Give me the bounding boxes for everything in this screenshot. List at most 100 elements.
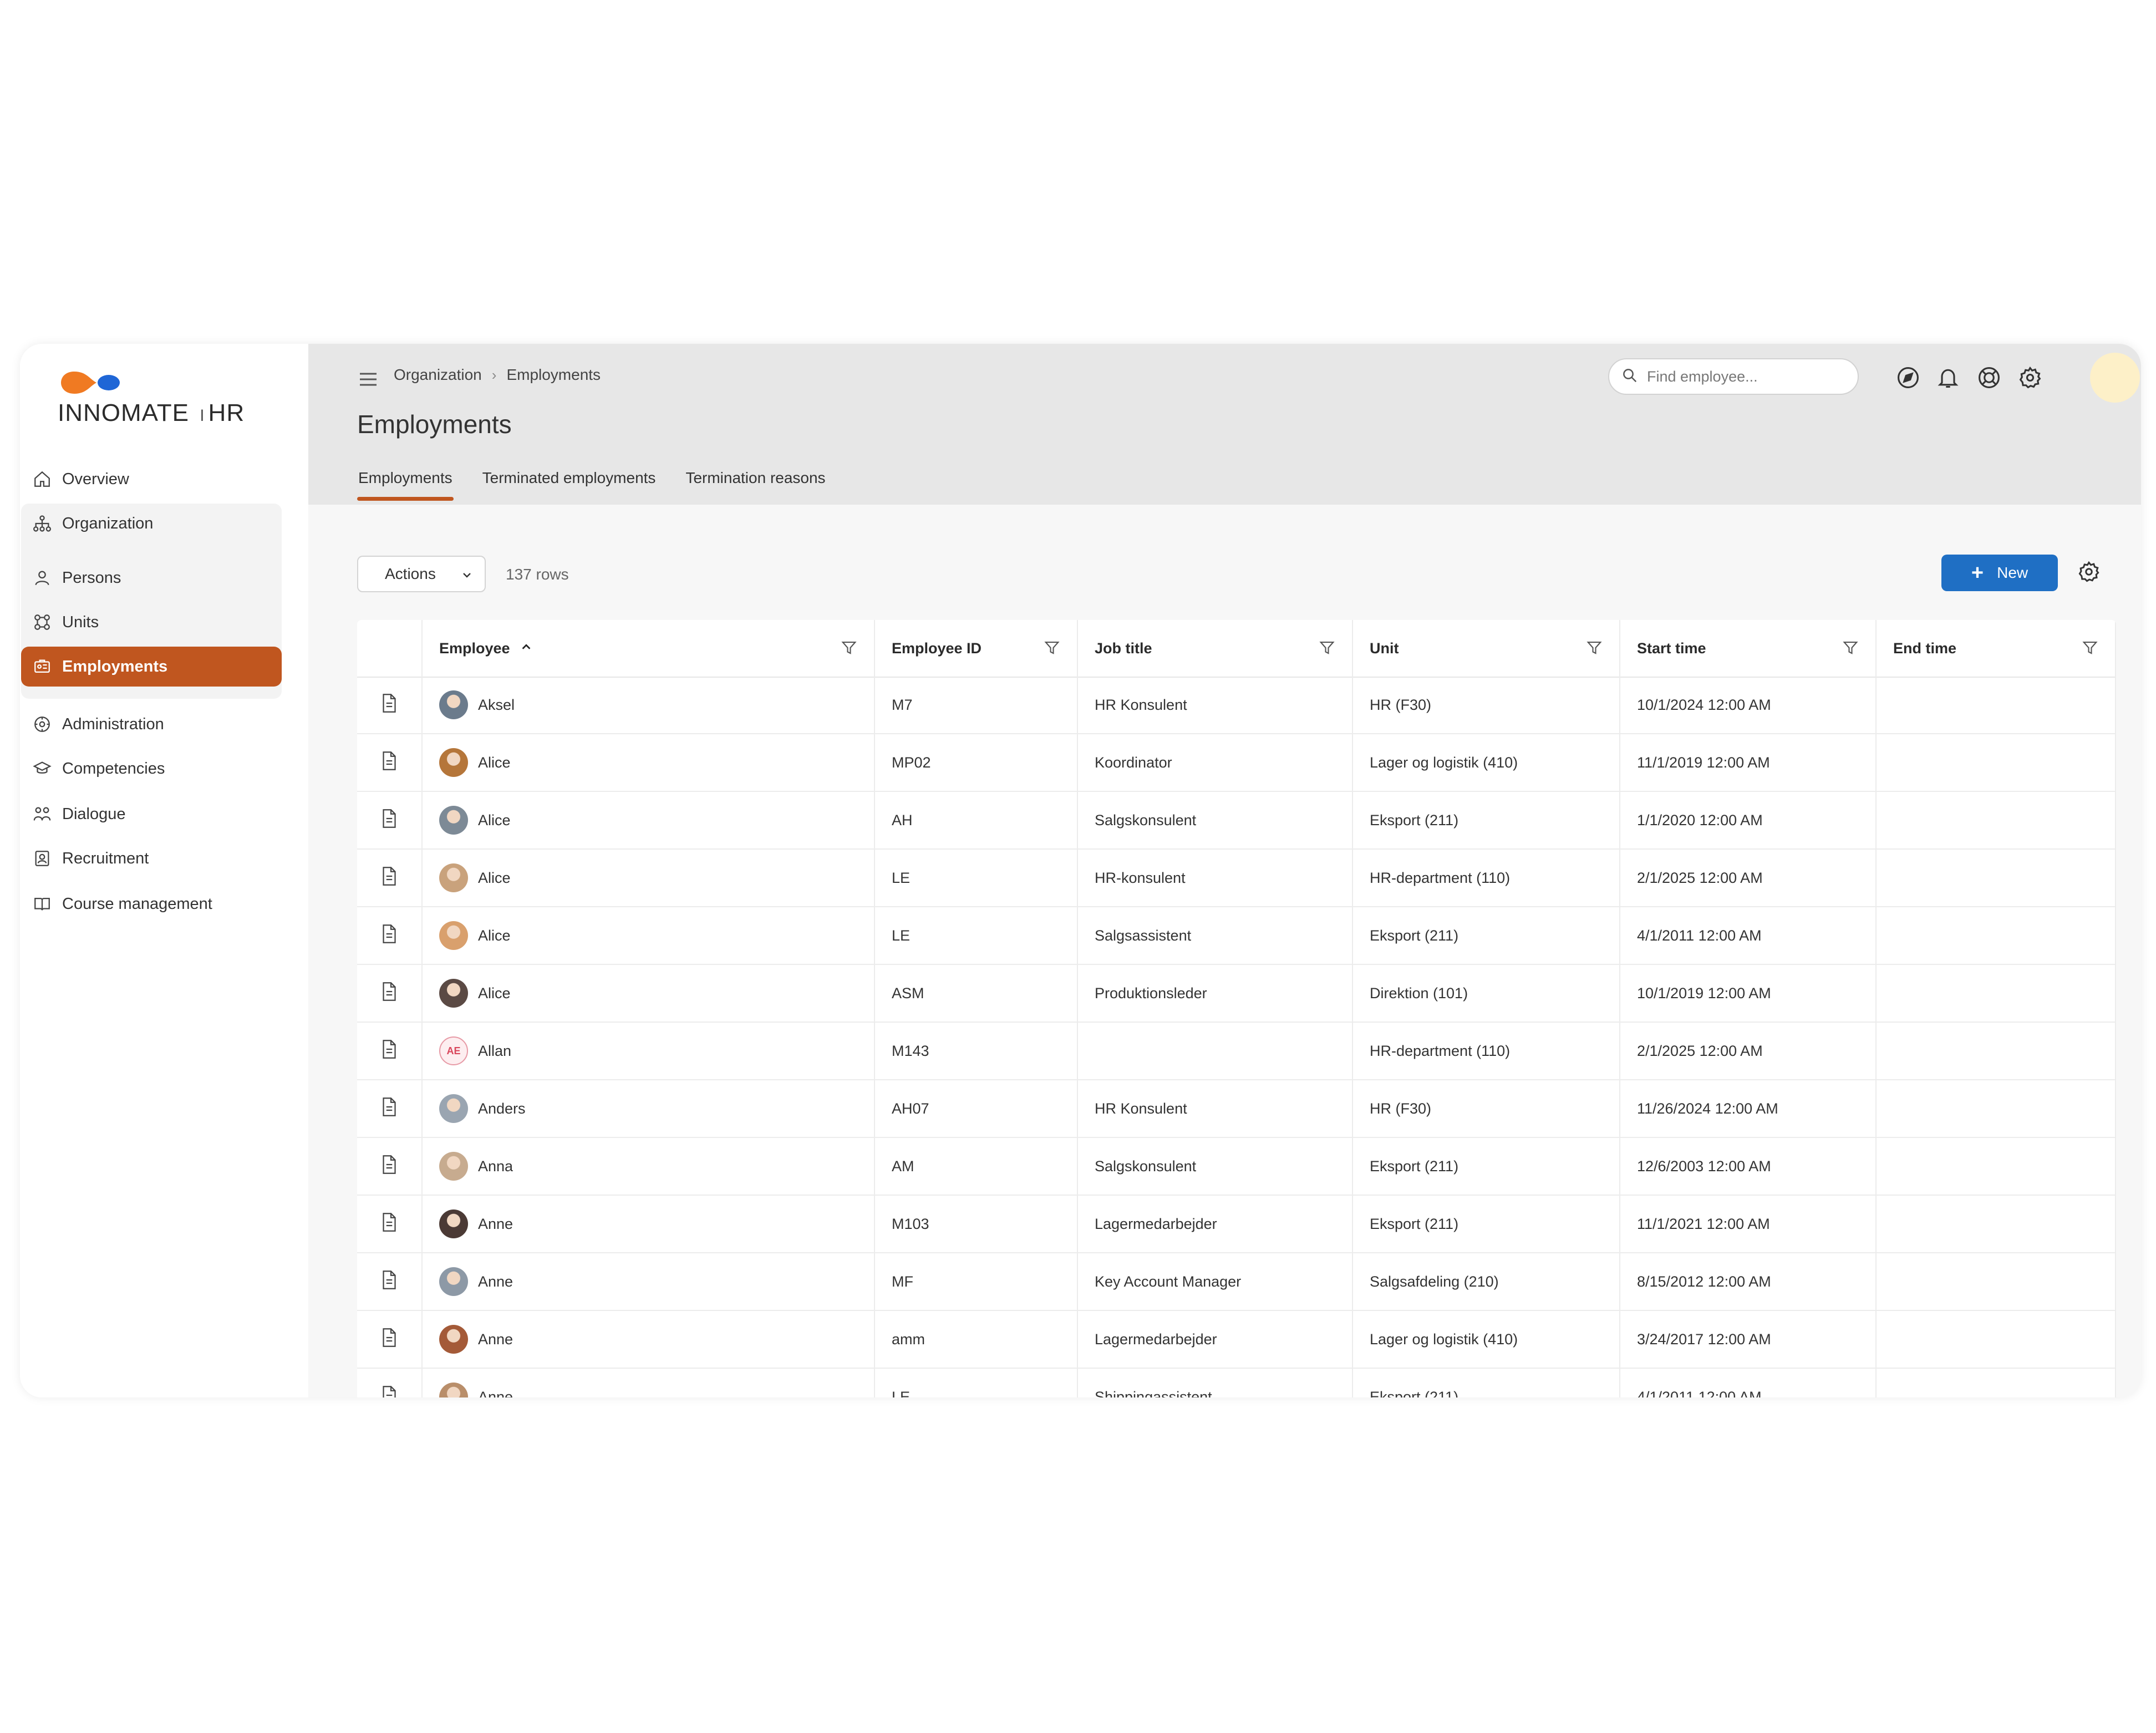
- employee-cell[interactable]: Anna: [423, 1138, 875, 1195]
- user-avatar[interactable]: [2090, 353, 2140, 403]
- column-header-job-title[interactable]: Job title: [1078, 620, 1353, 677]
- bell-icon[interactable]: [1935, 365, 1961, 390]
- employee-name[interactable]: Anne: [478, 1273, 513, 1290]
- row-document-cell[interactable]: [357, 1311, 423, 1368]
- search-input[interactable]: [1646, 367, 1848, 386]
- sidebar-item-organization[interactable]: Organization: [21, 504, 282, 543]
- employee-cell[interactable]: Alice: [423, 734, 875, 791]
- table-row[interactable]: Alice LE HR-konsulent HR-department (110) 2/…: [357, 850, 2116, 907]
- employee-name[interactable]: Alice: [478, 812, 511, 829]
- compass-icon[interactable]: [1895, 365, 1921, 390]
- tab-employments[interactable]: Employments: [357, 469, 454, 502]
- menu-toggle-icon[interactable]: [357, 368, 379, 390]
- employee-cell[interactable]: AE Allan: [423, 1023, 875, 1079]
- table-row[interactable]: Alice AH Salgskonsulent Eksport (211) 1/1/20…: [357, 792, 2116, 850]
- settings-gear-icon[interactable]: [2017, 365, 2043, 390]
- sidebar-item-units[interactable]: Units: [21, 602, 282, 642]
- table-row[interactable]: Anne MF Key Account Manager Salgsafdeling (…: [357, 1253, 2116, 1311]
- sidebar-item-persons[interactable]: Persons: [21, 558, 282, 598]
- document-icon[interactable]: [381, 866, 398, 890]
- employee-name[interactable]: Alice: [478, 927, 511, 944]
- employee-cell[interactable]: Anne: [423, 1311, 875, 1368]
- sidebar-item-course-management[interactable]: Course management: [21, 884, 282, 924]
- employee-cell[interactable]: Alice: [423, 850, 875, 906]
- filter-icon[interactable]: [2082, 639, 2098, 660]
- employee-name[interactable]: Anne: [478, 1389, 513, 1398]
- row-document-cell[interactable]: [357, 965, 423, 1021]
- row-document-cell[interactable]: [357, 1138, 423, 1195]
- row-document-cell[interactable]: [357, 734, 423, 791]
- column-header-employee-id[interactable]: Employee ID: [875, 620, 1078, 677]
- employee-cell[interactable]: Alice: [423, 907, 875, 964]
- table-row[interactable]: Alice LE Salgsassistent Eksport (211) 4/1/20…: [357, 907, 2116, 965]
- document-icon[interactable]: [381, 1155, 398, 1178]
- employee-cell[interactable]: Alice: [423, 792, 875, 848]
- document-icon[interactable]: [381, 809, 398, 832]
- table-row[interactable]: Anna AM Salgskonsulent Eksport (211) 12/6/20…: [357, 1138, 2116, 1196]
- table-row[interactable]: AE Allan M143 HR-department (110) 2/1/2025 1…: [357, 1023, 2116, 1080]
- employee-cell[interactable]: Anders: [423, 1080, 875, 1137]
- filter-icon[interactable]: [1319, 639, 1335, 660]
- row-document-cell[interactable]: [357, 1253, 423, 1310]
- table-row[interactable]: Anne LE Shippingassistent Eksport (211) 4/1/…: [357, 1369, 2116, 1397]
- filter-icon[interactable]: [1586, 639, 1603, 660]
- table-row[interactable]: Anne M103 Lagermedarbejder Eksport (211) 11/…: [357, 1196, 2116, 1253]
- employee-name[interactable]: Anna: [478, 1158, 513, 1175]
- sidebar-item-administration[interactable]: Administration: [21, 704, 282, 744]
- breadcrumb-organization[interactable]: Organization: [394, 366, 482, 384]
- employee-name[interactable]: Aksel: [478, 697, 515, 714]
- sidebar-item-dialogue[interactable]: Dialogue: [21, 794, 282, 834]
- document-icon[interactable]: [381, 751, 398, 775]
- row-document-cell[interactable]: [357, 1023, 423, 1079]
- row-document-cell[interactable]: [357, 1080, 423, 1137]
- employee-name[interactable]: Alice: [478, 870, 511, 887]
- document-icon[interactable]: [381, 1039, 398, 1063]
- document-icon[interactable]: [381, 1385, 398, 1397]
- actions-dropdown[interactable]: Actions: [357, 556, 486, 592]
- column-header-unit[interactable]: Unit: [1353, 620, 1620, 677]
- row-document-cell[interactable]: [357, 677, 423, 733]
- column-header-start-time[interactable]: Start time: [1620, 620, 1877, 677]
- employee-cell[interactable]: Anne: [423, 1253, 875, 1310]
- row-document-cell[interactable]: [357, 907, 423, 964]
- sidebar-item-recruitment[interactable]: Recruitment: [21, 838, 282, 878]
- table-row[interactable]: Anne amm Lagermedarbejder Lager og logistik…: [357, 1311, 2116, 1369]
- employee-cell[interactable]: Anne: [423, 1196, 875, 1252]
- new-employment-button[interactable]: + New: [1941, 555, 2058, 591]
- sidebar-item-competencies[interactable]: Competencies: [21, 749, 282, 789]
- document-icon[interactable]: [381, 1097, 398, 1121]
- employee-name[interactable]: Anne: [478, 1216, 513, 1233]
- column-header-end-time[interactable]: End time: [1877, 620, 2116, 677]
- row-document-cell[interactable]: [357, 1196, 423, 1252]
- filter-icon[interactable]: [841, 639, 857, 660]
- sidebar-item-employments[interactable]: Employments: [21, 647, 282, 687]
- document-icon[interactable]: [381, 982, 398, 1005]
- tab-termination-reasons[interactable]: Termination reasons: [684, 469, 826, 502]
- filter-icon[interactable]: [1842, 639, 1859, 660]
- document-icon[interactable]: [381, 1212, 398, 1236]
- row-document-cell[interactable]: [357, 1369, 423, 1397]
- grid-settings-icon[interactable]: [2077, 560, 2103, 586]
- employee-name[interactable]: Anders: [478, 1100, 526, 1117]
- sidebar-item-overview[interactable]: Overview: [21, 459, 282, 499]
- document-icon[interactable]: [381, 693, 398, 717]
- table-row[interactable]: Alice ASM Produktionsleder Direktion (101) 1…: [357, 965, 2116, 1023]
- tab-terminated-employments[interactable]: Terminated employments: [481, 469, 657, 502]
- help-lifebuoy-icon[interactable]: [1976, 365, 2002, 390]
- document-icon[interactable]: [381, 924, 398, 948]
- document-icon[interactable]: [381, 1328, 398, 1351]
- employee-search[interactable]: [1608, 358, 1859, 395]
- filter-icon[interactable]: [1044, 639, 1060, 660]
- row-document-cell[interactable]: [357, 792, 423, 848]
- document-icon[interactable]: [381, 1270, 398, 1294]
- table-row[interactable]: Anders AH07 HR Konsulent HR (F30) 11/26/2024…: [357, 1080, 2116, 1138]
- employee-name[interactable]: Anne: [478, 1331, 513, 1348]
- employee-cell[interactable]: Aksel: [423, 677, 875, 733]
- employee-cell[interactable]: Alice: [423, 965, 875, 1021]
- table-row[interactable]: Alice MP02 Koordinator Lager og logistik (4…: [357, 734, 2116, 792]
- row-document-cell[interactable]: [357, 850, 423, 906]
- employee-name[interactable]: Alice: [478, 985, 511, 1002]
- table-row[interactable]: Aksel M7 HR Konsulent HR (F30) 10/1/2024 12:…: [357, 677, 2116, 734]
- employee-name[interactable]: Alice: [478, 754, 511, 771]
- column-header-employee[interactable]: Employee: [423, 620, 875, 677]
